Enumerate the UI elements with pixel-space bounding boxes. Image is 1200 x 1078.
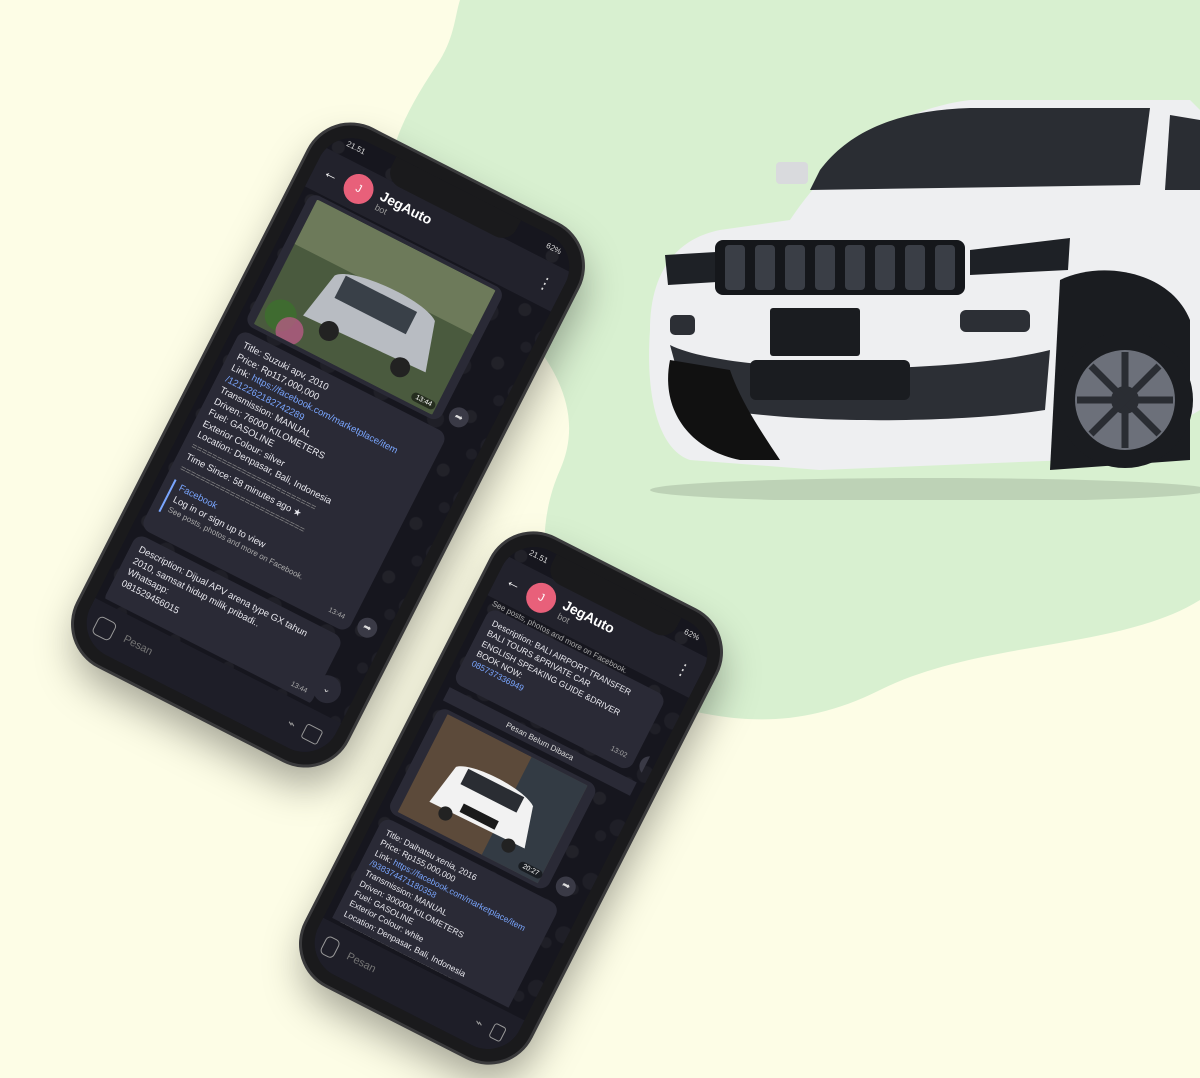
emoji-icon[interactable] [318, 934, 342, 960]
avatar-letter: J [353, 182, 364, 196]
forward-icon[interactable]: ➦ [552, 873, 580, 900]
camera-icon[interactable] [487, 1022, 508, 1043]
status-battery: 62% [682, 627, 701, 643]
forward-icon[interactable]: ➦ [445, 403, 473, 431]
forward-icon[interactable]: ➦ [636, 752, 663, 780]
car-image [649, 100, 1200, 500]
status-battery: 62% [544, 240, 563, 257]
avatar-letter: J [535, 591, 547, 605]
emoji-icon[interactable] [90, 615, 118, 642]
camera-icon[interactable] [300, 723, 324, 746]
forward-icon[interactable]: ➦ [353, 614, 381, 642]
